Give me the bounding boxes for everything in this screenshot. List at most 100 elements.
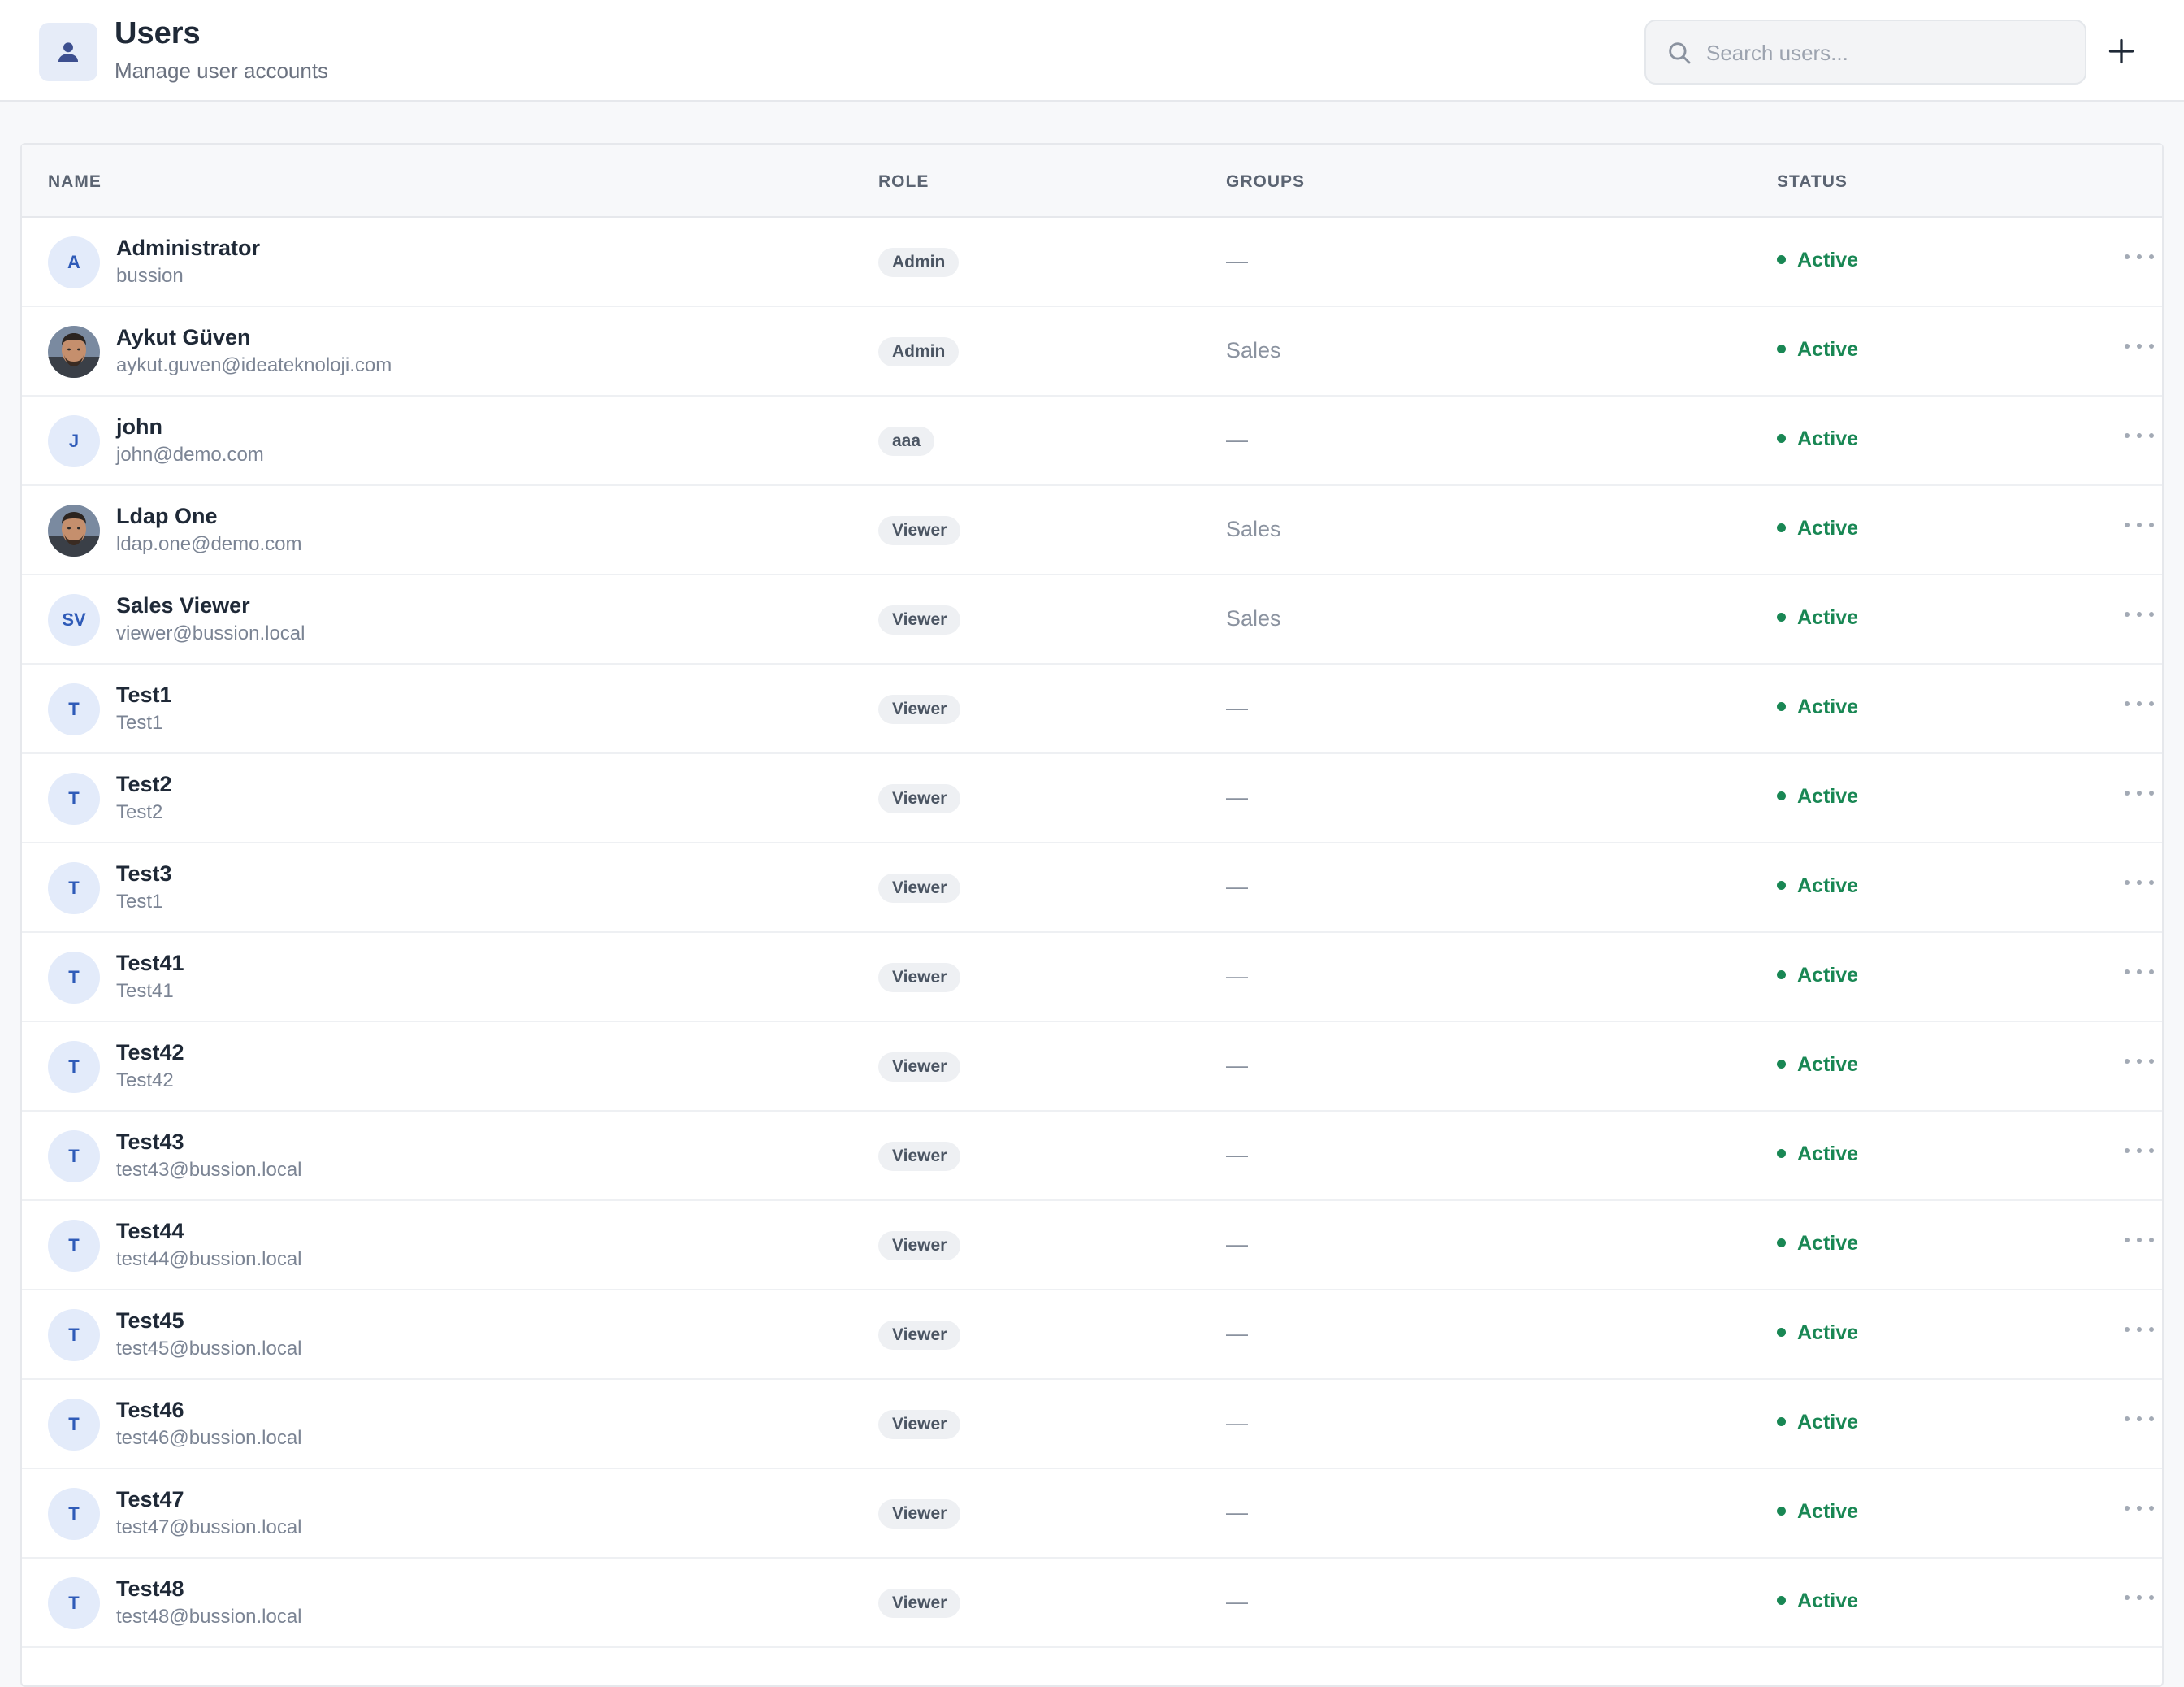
- row-actions-button[interactable]: [2125, 1052, 2154, 1071]
- groups-value: —: [1226, 874, 1248, 899]
- status-dot-icon: [1777, 1506, 1786, 1516]
- status-badge: Active: [1777, 249, 1858, 272]
- role-badge: Viewer: [878, 605, 961, 635]
- user-name[interactable]: Test45: [116, 1308, 184, 1334]
- add-user-button[interactable]: [2101, 31, 2142, 72]
- row-actions-button[interactable]: [2125, 1498, 2154, 1518]
- user-name[interactable]: Ldap One: [116, 504, 218, 529]
- table-row[interactable]: SV Sales Viewer viewer@bussion.local Vie…: [22, 575, 2162, 665]
- row-actions-button[interactable]: [2125, 336, 2154, 356]
- user-name[interactable]: Test47: [116, 1487, 184, 1512]
- groups-value: —: [1226, 1143, 1248, 1167]
- row-actions-button[interactable]: [2125, 1588, 2154, 1607]
- user-name[interactable]: Test3: [116, 861, 172, 887]
- user-name[interactable]: Test44: [116, 1219, 184, 1244]
- role-badge: Viewer: [878, 963, 961, 992]
- table-row[interactable]: T Test43 test43@bussion.local Viewer — A…: [22, 1112, 2162, 1201]
- row-actions-button[interactable]: [2125, 1320, 2154, 1339]
- row-actions-button[interactable]: [2125, 873, 2154, 892]
- user-email: Test41: [116, 980, 174, 1002]
- status-label: Active: [1797, 874, 1859, 897]
- avatar: SV: [48, 594, 100, 646]
- user-name[interactable]: Test41: [116, 951, 184, 976]
- role-badge: Viewer: [878, 784, 961, 813]
- table-header: NAME ROLE GROUPS STATUS: [22, 145, 2162, 218]
- avatar: T: [48, 1577, 100, 1629]
- row-actions-button[interactable]: [2125, 1409, 2154, 1429]
- row-actions-button[interactable]: [2125, 426, 2154, 445]
- status-badge: Active: [1777, 427, 1858, 451]
- user-name[interactable]: Test46: [116, 1398, 184, 1423]
- more-dots-icon: [2125, 969, 2130, 974]
- user-name[interactable]: Test43: [116, 1130, 184, 1155]
- user-name[interactable]: Sales Viewer: [116, 593, 250, 618]
- status-dot-icon: [1777, 1595, 1786, 1605]
- status-badge: Active: [1777, 1589, 1858, 1613]
- row-actions-button[interactable]: [2125, 962, 2154, 982]
- user-name[interactable]: Test1: [116, 683, 172, 708]
- status-label: Active: [1797, 1589, 1859, 1612]
- more-dots-icon: [2125, 1595, 2130, 1600]
- groups-value: —: [1226, 696, 1248, 720]
- user-name[interactable]: Test42: [116, 1040, 184, 1065]
- column-header-role[interactable]: ROLE: [878, 172, 929, 192]
- table-row[interactable]: T Test1 Test1 Viewer — Active: [22, 665, 2162, 754]
- search-input[interactable]: [1705, 33, 2065, 73]
- status-badge: Active: [1777, 1143, 1858, 1166]
- table-row[interactable]: T Test44 test44@bussion.local Viewer — A…: [22, 1201, 2162, 1290]
- table-row[interactable]: T Test47 test47@bussion.local Viewer — A…: [22, 1469, 2162, 1559]
- status-badge: Active: [1777, 1232, 1858, 1255]
- table-row[interactable]: T Test2 Test2 Viewer — Active: [22, 754, 2162, 844]
- table-body: A Administrator bussion Admin — Active A…: [22, 218, 2162, 1648]
- user-email: bussion: [116, 265, 184, 287]
- user-name[interactable]: Administrator: [116, 236, 260, 261]
- more-dots-icon: [2125, 254, 2130, 259]
- row-actions-button[interactable]: [2125, 694, 2154, 713]
- row-actions-button[interactable]: [2125, 1230, 2154, 1250]
- table-row[interactable]: T Test48 test48@bussion.local Viewer — A…: [22, 1559, 2162, 1648]
- user-name[interactable]: Aykut Güven: [116, 325, 251, 350]
- more-dots-icon: [2125, 1059, 2130, 1064]
- table-row[interactable]: T Test3 Test1 Viewer — Active: [22, 844, 2162, 933]
- row-actions-button[interactable]: [2125, 515, 2154, 535]
- status-dot-icon: [1777, 1148, 1786, 1158]
- user-email: test47@bussion.local: [116, 1516, 302, 1538]
- row-actions-button[interactable]: [2125, 1141, 2154, 1160]
- more-dots-icon: [2125, 880, 2130, 885]
- status-label: Active: [1797, 517, 1859, 540]
- row-actions-button[interactable]: [2125, 247, 2154, 267]
- more-dots-icon: [2125, 1506, 2130, 1511]
- table-row[interactable]: T Test45 test45@bussion.local Viewer — A…: [22, 1290, 2162, 1380]
- row-actions-button[interactable]: [2125, 783, 2154, 803]
- column-header-status[interactable]: STATUS: [1777, 172, 1848, 192]
- table-row[interactable]: Ldap One ldap.one@demo.com Viewer Sales …: [22, 486, 2162, 575]
- row-actions-button[interactable]: [2125, 605, 2154, 624]
- avatar: [48, 326, 100, 378]
- user-email: john@demo.com: [116, 444, 264, 466]
- table-row[interactable]: T Test46 test46@bussion.local Viewer — A…: [22, 1380, 2162, 1469]
- user-email: aykut.guven@ideateknoloji.com: [116, 354, 392, 376]
- status-label: Active: [1797, 1232, 1859, 1255]
- status-badge: Active: [1777, 1411, 1858, 1434]
- groups-value: Sales: [1226, 517, 1281, 541]
- table-row[interactable]: J john john@demo.com aaa — Active: [22, 397, 2162, 486]
- table-row[interactable]: T Test42 Test42 Viewer — Active: [22, 1022, 2162, 1112]
- status-label: Active: [1797, 1321, 1859, 1344]
- status-dot-icon: [1777, 880, 1786, 890]
- user-name[interactable]: john: [116, 414, 162, 440]
- user-name[interactable]: Test48: [116, 1576, 184, 1602]
- status-dot-icon: [1777, 969, 1786, 979]
- table-row[interactable]: Aykut Güven aykut.guven@ideateknoloji.co…: [22, 307, 2162, 397]
- status-dot-icon: [1777, 433, 1786, 443]
- status-dot-icon: [1777, 791, 1786, 800]
- groups-value: —: [1226, 1232, 1248, 1256]
- user-icon: [39, 23, 98, 81]
- user-name[interactable]: Test2: [116, 772, 172, 797]
- table-row[interactable]: A Administrator bussion Admin — Active: [22, 218, 2162, 307]
- column-header-name[interactable]: NAME: [48, 172, 102, 192]
- column-header-groups[interactable]: GROUPS: [1226, 172, 1305, 192]
- search-box[interactable]: [1644, 20, 2086, 85]
- status-label: Active: [1797, 1411, 1859, 1433]
- table-row[interactable]: T Test41 Test41 Viewer — Active: [22, 933, 2162, 1022]
- role-badge: Viewer: [878, 695, 961, 724]
